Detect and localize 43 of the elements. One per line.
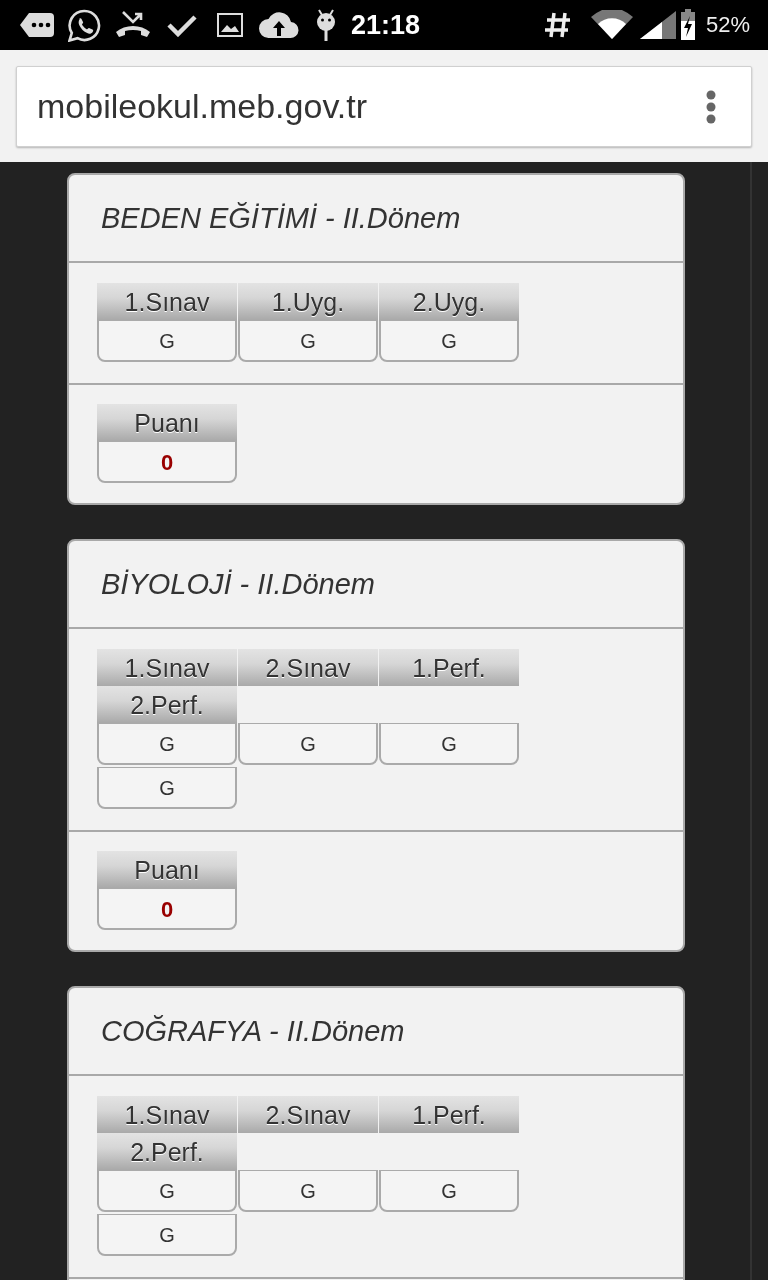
grade-cell: G — [379, 320, 519, 362]
grade-cell: G — [97, 1170, 237, 1212]
battery-icon — [679, 9, 696, 41]
battery-percent: 52% — [705, 12, 750, 38]
more-options-icon[interactable] — [706, 89, 716, 124]
hash-icon — [543, 11, 572, 39]
column-header: 2.Sınav — [238, 649, 378, 686]
grade-cell: G — [97, 767, 237, 809]
column-header: Puanı — [97, 404, 237, 441]
column-header: Puanı — [97, 851, 237, 888]
grade-cell: G — [379, 723, 519, 765]
column-header: 1.Uyg. — [238, 283, 378, 320]
column-header: 1.Sınav — [97, 1096, 237, 1133]
column-header: 1.Sınav — [97, 283, 237, 320]
column-header: 2.Perf. — [97, 1133, 237, 1170]
ellipsis-tag-icon — [20, 13, 54, 37]
course-title: BEDEN EĞİTİMİ - II.Dönem — [101, 201, 461, 235]
image-icon — [217, 13, 243, 37]
column-header: 1.Sınav — [97, 649, 237, 686]
column-header: 2.Sınav — [238, 1096, 378, 1133]
robot-icon — [315, 8, 337, 42]
score-cell: 0 — [97, 441, 237, 483]
score-cell: 0 — [97, 888, 237, 930]
column-header: 1.Perf. — [379, 649, 519, 686]
grade-cell: G — [97, 1214, 237, 1256]
course-title: BİYOLOJİ - II.Dönem — [101, 567, 375, 601]
clock-time: 21:18 — [351, 9, 421, 41]
grade-cell: G — [238, 320, 378, 362]
check-icon — [167, 13, 197, 37]
grade-cell: G — [97, 723, 237, 765]
phone-bubble-icon — [68, 8, 101, 42]
grade-cell: G — [379, 1170, 519, 1212]
grade-cell: G — [238, 1170, 378, 1212]
cloud-upload-icon — [259, 11, 299, 39]
grade-cell: G — [97, 320, 237, 362]
column-header: 2.Uyg. — [379, 283, 519, 320]
column-header: 1.Perf. — [379, 1096, 519, 1133]
wifi-icon — [589, 10, 634, 40]
url-text[interactable]: mobileokul.meb.gov.tr — [37, 87, 706, 126]
grade-cell: G — [238, 723, 378, 765]
column-header: 2.Perf. — [97, 686, 237, 723]
course-title: COĞRAFYA - II.Dönem — [101, 1014, 405, 1048]
missed-call-icon — [115, 10, 151, 40]
